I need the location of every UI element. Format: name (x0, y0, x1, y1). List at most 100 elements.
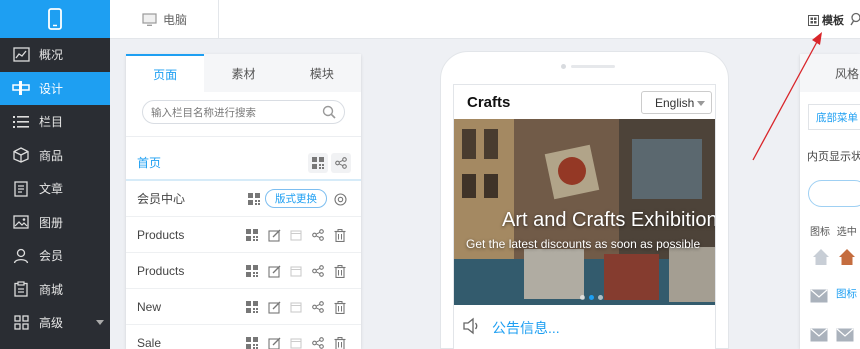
home-selected-icon[interactable] (838, 248, 856, 269)
mobile-device-button[interactable] (0, 0, 110, 38)
share-icon[interactable] (310, 227, 326, 243)
tab-materials[interactable]: 素材 (204, 54, 282, 92)
sidebar-item-label: 商品 (39, 148, 64, 163)
panel-tabs: 页面 素材 模块 (126, 54, 361, 92)
sidebar-item-overview[interactable]: 概况 (0, 38, 110, 72)
language-select[interactable]: English (641, 91, 712, 114)
column-icon-label: 图标 (810, 227, 830, 238)
sidebar-item-mall[interactable]: 商城 (0, 273, 110, 307)
icon-column-headers: 图标 选中 (810, 223, 857, 238)
monitor-icon (142, 13, 157, 26)
page-name: New (137, 299, 162, 314)
chart-icon (12, 46, 30, 64)
sidebar-item-advanced[interactable]: 高级 (0, 306, 110, 340)
share-icon[interactable] (310, 299, 326, 315)
page-row-home[interactable]: 首页 (126, 145, 361, 181)
page-row-products[interactable]: Products (126, 217, 361, 253)
hide-icon[interactable] (288, 227, 304, 243)
icon-row-label: 图标 (836, 288, 857, 300)
share-icon[interactable] (331, 153, 351, 173)
sidebar-item-label: 设计 (39, 81, 64, 96)
trash-icon[interactable] (332, 335, 348, 349)
mail-selected-icon (836, 328, 854, 345)
sidebar-item-label: 栏目 (39, 115, 64, 130)
edit-icon[interactable] (266, 227, 282, 243)
page-name: Products (137, 263, 185, 278)
search-placeholder: 输入栏目名称进行搜索 (151, 106, 256, 119)
chevron-down-icon (96, 320, 104, 325)
qr-code-icon[interactable] (246, 191, 262, 207)
trash-icon[interactable] (332, 299, 348, 315)
trash-icon[interactable] (332, 227, 348, 243)
sidebar-item-gallery[interactable]: 图册 (0, 206, 110, 240)
hide-icon[interactable] (288, 263, 304, 279)
template-label: 模板 (822, 15, 844, 27)
user-icon (12, 247, 30, 265)
carousel-dot-active[interactable] (589, 295, 594, 300)
hide-icon[interactable] (288, 299, 304, 315)
site-logo[interactable]: Crafts (467, 94, 510, 111)
page-row-member-center[interactable]: 会员中心 版式更换 (126, 181, 361, 217)
icon-row[interactable]: 图标 (810, 288, 857, 306)
edit-icon[interactable] (266, 299, 282, 315)
search-icon[interactable] (850, 12, 860, 29)
page-row-sale[interactable]: Sale (126, 325, 361, 349)
edit-icon[interactable] (266, 263, 282, 279)
desktop-view-label: 电脑 (163, 13, 188, 27)
language-value: English (655, 95, 695, 110)
tab-pages[interactable]: 页面 (126, 54, 205, 92)
sidebar-menu: 概况 设计 栏目 商品 文章 图册 会员 商城 高级 (0, 38, 110, 340)
tab-footer-menu[interactable]: 底部菜单 (808, 104, 860, 130)
qr-code-icon[interactable] (244, 299, 260, 315)
page-name: 会员中心 (137, 192, 186, 206)
sidebar-item-design[interactable]: 设计 (0, 71, 110, 105)
notice-text: 公告信息... (492, 320, 560, 336)
hide-icon[interactable] (288, 335, 304, 349)
icon-row[interactable] (810, 328, 854, 345)
sidebar-item-columns[interactable]: 栏目 (0, 105, 110, 139)
page-search-input[interactable]: 输入栏目名称进行搜索 (142, 100, 345, 124)
sidebar-item-label: 商城 (39, 282, 64, 297)
camera-dot (561, 64, 566, 69)
share-icon[interactable] (310, 335, 326, 349)
speaker-slot (571, 65, 615, 68)
share-icon[interactable] (310, 263, 326, 279)
carousel-dot[interactable] (580, 295, 585, 300)
edit-icon[interactable] (266, 335, 282, 349)
pages-panel: 页面 素材 模块 输入栏目名称进行搜索 首页 会员中心 版式更换 Product… (126, 54, 361, 349)
page-name: Products (137, 227, 185, 242)
qr-code-icon[interactable] (244, 227, 260, 243)
tab-modules[interactable]: 模块 (283, 54, 361, 92)
speaker-icon (462, 317, 480, 338)
template-icon (808, 14, 819, 26)
target-icon[interactable] (332, 191, 348, 207)
divider (126, 136, 361, 137)
page-row-new[interactable]: New (126, 289, 361, 325)
desktop-view-button[interactable]: 电脑 (110, 0, 219, 39)
trash-icon[interactable] (332, 263, 348, 279)
qr-code-icon[interactable] (308, 153, 328, 173)
sidebar-item-label: 高级 (39, 316, 64, 331)
carousel-dot[interactable] (598, 295, 603, 300)
hero-banner[interactable]: Art and Crafts Exhibition Get the latest… (454, 119, 715, 305)
home-icon[interactable] (812, 248, 830, 269)
qr-code-icon[interactable] (244, 263, 260, 279)
phone-preview: Crafts English Art and Crafts Exhibition… (440, 51, 729, 349)
template-button[interactable]: 模板 (808, 12, 844, 28)
sidebar-item-label: 概况 (39, 48, 64, 63)
sidebar-item-articles[interactable]: 文章 (0, 172, 110, 206)
search-icon[interactable] (322, 105, 336, 122)
layout-change-button[interactable]: 版式更换 (265, 189, 327, 208)
display-toggle-button[interactable] (808, 180, 860, 207)
sidebar-item-products[interactable]: 商品 (0, 139, 110, 173)
page-name: Sale (137, 335, 162, 349)
mail-icon (810, 289, 828, 306)
sidebar-item-members[interactable]: 会员 (0, 239, 110, 273)
notice-bar[interactable]: 公告信息... (454, 311, 715, 341)
page-row-products[interactable]: Products (126, 253, 361, 289)
style-panel-title[interactable]: 风格 (800, 54, 860, 92)
mail-icon (810, 328, 828, 345)
list-icon (12, 113, 30, 131)
qr-code-icon[interactable] (244, 335, 260, 349)
phone-screen: Crafts English Art and Crafts Exhibition… (453, 84, 716, 349)
